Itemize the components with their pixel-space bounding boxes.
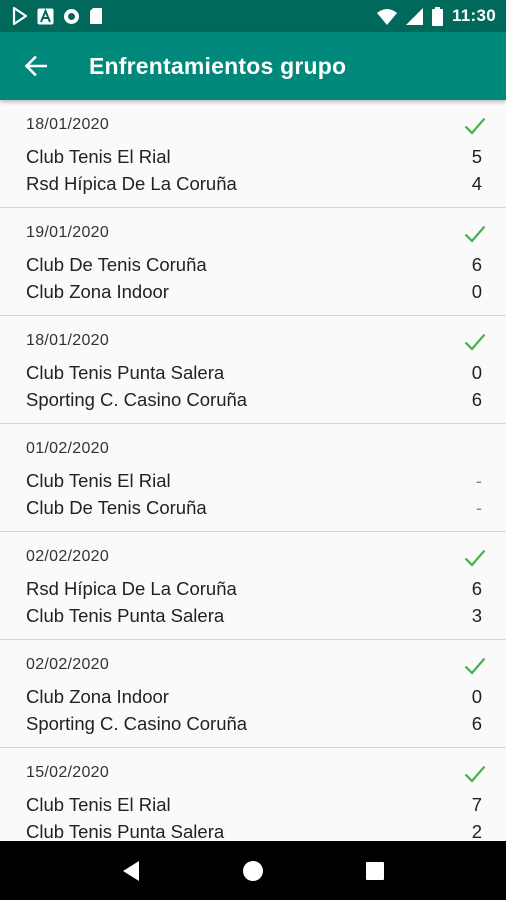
- home-team: Rsd Hípica De La Coruña: [26, 578, 237, 599]
- home-team: Club Tenis El Rial: [26, 146, 171, 167]
- away-score: 6: [471, 389, 482, 410]
- home-score: -: [475, 470, 482, 491]
- app-bar: Enfrentamientos grupo: [0, 32, 506, 100]
- circle-icon: [64, 8, 79, 24]
- match-date: 02/02/2020: [26, 548, 110, 565]
- check-icon: [464, 225, 486, 243]
- recents-square-icon: [366, 861, 384, 880]
- home-team: Club Tenis Punta Salera: [26, 362, 225, 383]
- match-date: 01/02/2020: [26, 440, 110, 457]
- home-circle-icon: [243, 860, 263, 881]
- a-icon: [37, 7, 54, 24]
- check-icon: [464, 333, 486, 351]
- away-score: -: [475, 497, 482, 518]
- notification-icons: [12, 7, 103, 25]
- match-date: 18/01/2020: [26, 116, 110, 133]
- match-item[interactable]: 18/01/2020 Club Tenis El Rial 5 Rsd Hípi…: [0, 100, 506, 208]
- system-nav-bar: [0, 841, 506, 900]
- home-team: Club Tenis El Rial: [26, 794, 171, 815]
- match-item[interactable]: 02/02/2020 Club Zona Indoor 0 Sporting C…: [0, 640, 506, 748]
- match-item[interactable]: 01/02/2020 Club Tenis El Rial - Club De …: [0, 424, 506, 532]
- home-score: 0: [471, 686, 482, 707]
- home-score: 5: [471, 146, 482, 167]
- home-score: 0: [471, 362, 482, 383]
- home-score: 7: [471, 794, 482, 815]
- away-team: Sporting C. Casino Coruña: [26, 713, 248, 734]
- home-score: 6: [471, 578, 482, 599]
- clock: 11:30: [451, 6, 496, 25]
- sd-card-icon: [90, 8, 102, 24]
- check-icon: [464, 117, 486, 135]
- arrow-back-icon: [25, 56, 47, 76]
- match-item[interactable]: 15/02/2020 Club Tenis El Rial 7 Club Ten…: [0, 748, 506, 841]
- away-team: Club Tenis Punta Salera: [26, 605, 225, 626]
- match-date: 19/01/2020: [26, 224, 110, 241]
- status-bar: 11:30: [0, 0, 506, 32]
- away-score: 6: [471, 713, 482, 734]
- check-icon: [464, 657, 486, 675]
- home-team: Club Zona Indoor: [26, 686, 169, 707]
- match-item[interactable]: 18/01/2020 Club Tenis Punta Salera 0 Spo…: [0, 316, 506, 424]
- away-score: 3: [471, 605, 482, 626]
- match-date: 15/02/2020: [26, 764, 110, 781]
- check-icon: [464, 549, 486, 567]
- match-date: 02/02/2020: [26, 656, 110, 673]
- matches-list[interactable]: 18/01/2020 Club Tenis El Rial 5 Rsd Hípi…: [0, 100, 506, 841]
- away-team: Club Zona Indoor: [26, 281, 169, 302]
- page-title: Enfrentamientos grupo: [89, 52, 347, 79]
- play-store-icon: [12, 7, 28, 25]
- back-triangle-icon: [123, 860, 139, 881]
- nav-back-button[interactable]: [111, 851, 151, 891]
- battery-icon: [431, 6, 443, 26]
- match-item[interactable]: 19/01/2020 Club De Tenis Coruña 6 Club Z…: [0, 208, 506, 316]
- signal-icon: [405, 7, 423, 25]
- home-score: 6: [471, 254, 482, 275]
- match-date: 18/01/2020: [26, 332, 110, 349]
- away-score: 0: [471, 281, 482, 302]
- away-team: Sporting C. Casino Coruña: [26, 389, 248, 410]
- away-team: Club De Tenis Coruña: [26, 497, 207, 518]
- wifi-icon: [376, 8, 397, 25]
- back-button[interactable]: [11, 41, 61, 91]
- system-icons: 11:30: [376, 6, 496, 26]
- away-score: 4: [471, 173, 482, 194]
- home-team: Club De Tenis Coruña: [26, 254, 207, 275]
- away-team: Club Tenis Punta Salera: [26, 821, 225, 841]
- away-score: 2: [471, 821, 482, 841]
- match-item[interactable]: 02/02/2020 Rsd Hípica De La Coruña 6 Clu…: [0, 532, 506, 640]
- check-icon: [464, 765, 486, 783]
- nav-home-button[interactable]: [233, 851, 273, 891]
- home-team: Club Tenis El Rial: [26, 470, 171, 491]
- away-team: Rsd Hípica De La Coruña: [26, 173, 237, 194]
- nav-recents-button[interactable]: [355, 851, 395, 891]
